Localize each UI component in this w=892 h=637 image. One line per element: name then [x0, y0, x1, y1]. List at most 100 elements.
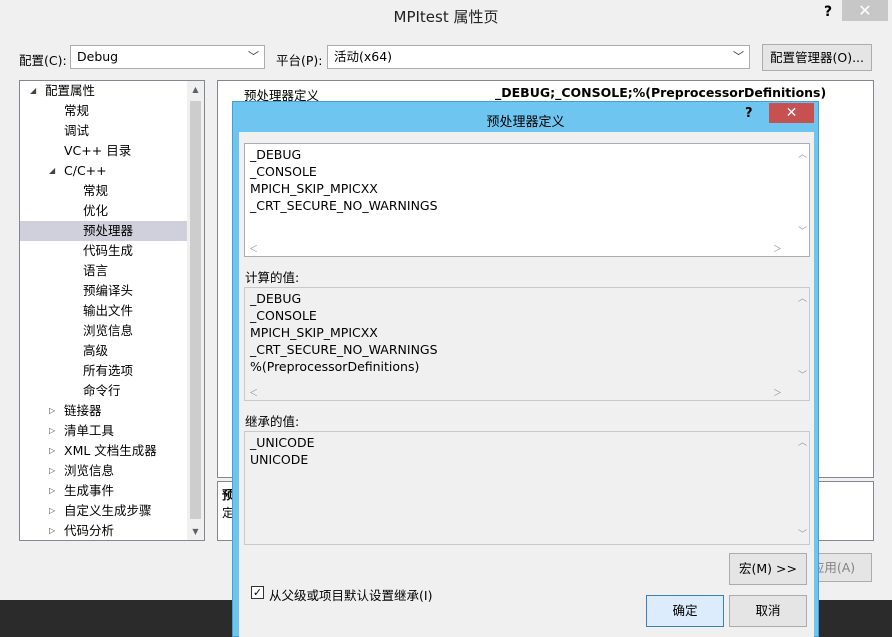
config-manager-button[interactable]: 配置管理器(O)... — [762, 44, 872, 71]
config-select[interactable]: Debug ﹀ — [70, 45, 265, 69]
tree-item-label: 高级 — [83, 343, 109, 358]
dialog-help-button[interactable]: ? — [745, 106, 753, 121]
tree-item-label: VC++ 目录 — [64, 143, 132, 158]
tree-item[interactable]: ◢ C/C++ — [20, 161, 187, 181]
expanded-arrow-icon[interactable]: ◢ — [49, 161, 55, 181]
text-line: _CRT_SECURE_NO_WARNINGS — [250, 198, 438, 213]
tree-item-label: 浏览信息 — [83, 323, 134, 338]
scroll-up-icon[interactable]: ︿ — [798, 435, 807, 448]
window-title: MPItest 属性页 — [393, 8, 499, 26]
tree-item[interactable]: 预编译头 — [20, 281, 187, 301]
scroll-thumb[interactable] — [190, 101, 201, 519]
tree-scrollbar[interactable]: ▲ ▼ — [187, 81, 204, 540]
tree-item[interactable]: ▷ 生成事件 — [20, 481, 187, 501]
tree-item-label: 调试 — [64, 123, 90, 138]
preprocessor-dialog: 预处理器定义 ? ✕ _DEBUG _CONSOLE MPICH_SKIP_MPIC… — [232, 101, 819, 637]
property-tree[interactable]: ◢ 配置属性 常规 调试 VC++ 目录 ◢ C/C++ 常规 优化 预处理器 代码生成 语言 预编译头… — [19, 80, 205, 541]
tree-item[interactable]: ◢ 配置属性 — [20, 81, 187, 101]
text-line: _DEBUG — [250, 291, 302, 306]
text-line: _DEBUG — [250, 147, 302, 162]
tree-item-label: 预编译头 — [83, 283, 134, 298]
scroll-down-icon[interactable]: ﹀ — [798, 368, 807, 381]
scroll-right-icon[interactable]: ＞ — [773, 386, 782, 399]
tree-item[interactable]: 代码生成 — [20, 241, 187, 261]
collapsed-arrow-icon[interactable]: ▷ — [49, 441, 55, 461]
inherited-label: 继承的值: — [245, 414, 300, 429]
cancel-button[interactable]: 取消 — [729, 595, 807, 627]
property-value[interactable]: _DEBUG;_CONSOLE;%(PreprocessorDefinition… — [495, 85, 826, 100]
tree-item-label: XML 文档生成器 — [64, 443, 157, 458]
text-line: %(PreprocessorDefinitions) — [250, 359, 420, 374]
tree-item[interactable]: 输出文件 — [20, 301, 187, 321]
check-mark-icon: ✓ — [252, 586, 263, 599]
collapsed-arrow-icon[interactable]: ▷ — [49, 501, 55, 521]
inherit-checkbox[interactable]: ✓ — [251, 586, 264, 599]
collapsed-arrow-icon[interactable]: ▷ — [49, 421, 55, 441]
tree-item[interactable]: VC++ 目录 — [20, 141, 187, 161]
text-line: MPICH_SKIP_MPICXX — [250, 325, 378, 340]
ok-button[interactable]: 确定 — [646, 595, 724, 627]
tree-item[interactable]: 预处理器 — [20, 221, 187, 241]
tree-item[interactable]: 命令行 — [20, 381, 187, 401]
evaluated-label: 计算的值: — [245, 270, 300, 285]
tree-item[interactable]: ▷ 链接器 — [20, 401, 187, 421]
tree-item-label: 优化 — [83, 203, 109, 218]
inherited-values: _UNICODE UNICODE ︿ ﹀ — [244, 431, 810, 545]
tree-item[interactable]: 高级 — [20, 341, 187, 361]
tree-item[interactable]: 所有选项 — [20, 361, 187, 381]
help-button[interactable]: ? — [818, 2, 838, 22]
scroll-up-icon[interactable]: ︿ — [798, 291, 807, 304]
collapsed-arrow-icon[interactable]: ▷ — [49, 481, 55, 501]
tree-item[interactable]: ▷ 代码分析 — [20, 521, 187, 540]
text-line: _CONSOLE — [250, 308, 317, 323]
scroll-down-icon[interactable]: ﹀ — [798, 527, 807, 540]
tree-item[interactable]: 调试 — [20, 121, 187, 141]
scroll-left-icon[interactable]: ＜ — [249, 386, 258, 399]
platform-select[interactable]: 活动(x64) ﹀ — [327, 45, 750, 69]
tree-item[interactable]: 优化 — [20, 201, 187, 221]
platform-value: 活动(x64) — [334, 49, 393, 64]
text-line: _CRT_SECURE_NO_WARNINGS — [250, 342, 438, 357]
macro-button[interactable]: 宏(M) >> — [729, 553, 807, 585]
dialog-close-button[interactable]: ✕ — [769, 103, 814, 123]
collapsed-arrow-icon[interactable]: ▷ — [49, 521, 55, 540]
chevron-down-icon: ﹀ — [248, 50, 259, 63]
scroll-down-icon[interactable]: ▼ — [187, 523, 204, 540]
inherit-checkbox-label[interactable]: 从父级或项目默认设置继承(I) — [269, 585, 432, 604]
evaluated-values: _DEBUG _CONSOLE MPICH_SKIP_MPICXX _CRT_SECU… — [244, 287, 810, 401]
tree-item-label: 代码生成 — [83, 243, 134, 258]
tree-item-label: 生成事件 — [64, 483, 115, 498]
collapsed-arrow-icon[interactable]: ▷ — [49, 401, 55, 421]
tree-item-label: 浏览信息 — [64, 463, 115, 478]
scroll-down-icon[interactable]: ﹀ — [798, 224, 807, 237]
scroll-right-icon[interactable]: ＞ — [773, 242, 782, 255]
tree-item[interactable]: 浏览信息 — [20, 321, 187, 341]
tree-item-label: 语言 — [83, 263, 109, 278]
scroll-left-icon[interactable]: ＜ — [249, 242, 258, 255]
expanded-arrow-icon[interactable]: ◢ — [30, 81, 36, 101]
tree-item-label: C/C++ — [64, 163, 107, 178]
tree-item[interactable]: 常规 — [20, 181, 187, 201]
tree-item[interactable]: ▷ XML 文档生成器 — [20, 441, 187, 461]
tree-item-label: 预处理器 — [83, 223, 134, 238]
definitions-editor[interactable]: _DEBUG _CONSOLE MPICH_SKIP_MPICXX _CRT_SECU… — [244, 143, 810, 257]
tree-item[interactable]: ▷ 浏览信息 — [20, 461, 187, 481]
tree-item[interactable]: 常规 — [20, 101, 187, 121]
text-line: _CONSOLE — [250, 164, 317, 179]
dialog-body: _DEBUG _CONSOLE MPICH_SKIP_MPICXX _CRT_SECU… — [239, 132, 814, 637]
tree-item-label: 清单工具 — [64, 423, 115, 438]
tree-item-label: 常规 — [83, 183, 109, 198]
tree-item[interactable]: ▷ 自定义生成步骤 — [20, 501, 187, 521]
config-value: Debug — [77, 49, 119, 64]
tree-item-label: 命令行 — [83, 383, 121, 398]
collapsed-arrow-icon[interactable]: ▷ — [49, 461, 55, 481]
title-bar: MPItest 属性页 ? ✕ — [0, 0, 892, 30]
tree-item[interactable]: 语言 — [20, 261, 187, 281]
chevron-down-icon: ﹀ — [733, 50, 744, 63]
tree-item-label: 常规 — [64, 103, 90, 118]
tree-item[interactable]: ▷ 清单工具 — [20, 421, 187, 441]
text-line: MPICH_SKIP_MPICXX — [250, 181, 378, 196]
close-button[interactable]: ✕ — [842, 0, 888, 21]
scroll-up-icon[interactable]: ▲ — [187, 81, 204, 98]
scroll-up-icon[interactable]: ︿ — [798, 147, 807, 160]
